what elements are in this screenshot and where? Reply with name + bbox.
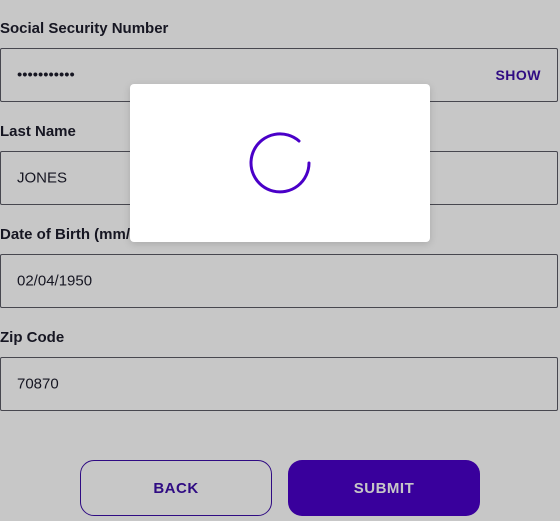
loading-modal	[130, 84, 430, 242]
modal-overlay	[0, 0, 560, 521]
spinner-icon	[249, 132, 311, 194]
